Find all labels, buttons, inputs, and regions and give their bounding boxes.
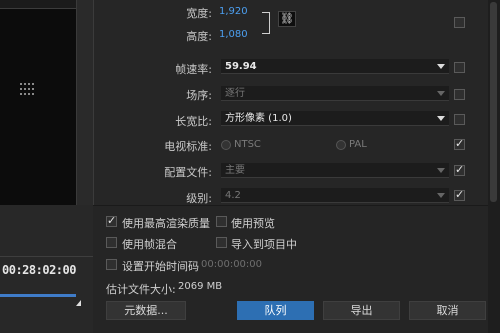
chevron-down-icon [437, 168, 445, 173]
field-order-select[interactable]: 逐行 [221, 86, 449, 101]
ntsc-radio[interactable] [221, 140, 231, 150]
profile-select[interactable]: 主要 [221, 163, 449, 178]
max-render-quality-checkbox[interactable] [106, 214, 117, 227]
profile-value: 主要 [225, 165, 245, 176]
level-select[interactable]: 4.2 [221, 188, 449, 203]
max-render-quality-label: 使用最高渲染质量 [122, 217, 210, 230]
estimated-size-value: 2069 MB [178, 281, 223, 292]
frame-blending-label: 使用帧混合 [122, 238, 177, 251]
dimensions-override-checkbox[interactable] [454, 17, 465, 28]
timeline-progress-bar[interactable] [0, 294, 76, 297]
scrollbar-thumb[interactable] [490, 2, 497, 202]
metadata-button[interactable]: 元数据... [106, 301, 186, 320]
level-override-checkbox[interactable] [454, 188, 465, 201]
set-start-timecode-checkbox[interactable] [106, 259, 117, 270]
field-order-label: 场序: [186, 89, 212, 102]
frame-rate-value: 59.94 [225, 61, 257, 72]
preview-top-bar [0, 0, 76, 9]
tv-standard-label: 电视标准: [164, 140, 212, 153]
field-order-override-checkbox[interactable] [454, 89, 465, 100]
queue-button[interactable]: 队列 [237, 301, 314, 320]
aspect-override-checkbox[interactable] [454, 114, 465, 125]
estimated-size-label: 估计文件大小: [106, 283, 176, 296]
dimension-link-bracket [262, 12, 270, 34]
frame-rate-override-checkbox[interactable] [454, 62, 465, 73]
chevron-down-icon [437, 116, 445, 121]
aspect-select[interactable]: 方形像素 (1.0) [221, 111, 449, 126]
use-previews-label: 使用预览 [231, 217, 275, 230]
level-value: 4.2 [225, 190, 241, 201]
timecode-display[interactable]: 00:28:02:00 [2, 263, 76, 277]
aspect-value: 方形像素 (1.0) [225, 113, 292, 124]
start-timecode-value[interactable]: 00:00:00:00 [201, 259, 262, 270]
chevron-down-icon [437, 64, 445, 69]
export-button[interactable]: 导出 [323, 301, 400, 320]
width-label: 宽度: [186, 7, 212, 20]
import-into-project-checkbox[interactable] [216, 237, 227, 248]
profile-override-checkbox[interactable] [454, 163, 465, 176]
pal-radio[interactable] [336, 140, 346, 150]
playhead-handle[interactable] [76, 300, 81, 306]
chevron-down-icon [437, 91, 445, 96]
set-start-timecode-label: 设置开始时间码 [122, 260, 199, 273]
preview-panel: 00:28:02:00 [0, 0, 93, 333]
pal-label: PAL [349, 139, 367, 150]
timecode-divider [0, 256, 93, 257]
frame-rate-select[interactable]: 59.94 [221, 59, 449, 74]
field-order-value: 逐行 [225, 88, 245, 99]
use-previews-checkbox[interactable] [216, 216, 227, 227]
preview-divider [76, 0, 93, 205]
frame-rate-label: 帧速率: [175, 63, 212, 76]
aspect-label: 长宽比: [175, 115, 212, 128]
grid-icon[interactable] [20, 83, 34, 95]
ntsc-label: NTSC [234, 139, 261, 150]
link-icon[interactable]: ⛓ [278, 11, 296, 27]
height-value[interactable]: 1,080 [219, 29, 248, 40]
level-label: 级别: [186, 192, 212, 205]
height-label: 高度: [186, 30, 212, 43]
width-value[interactable]: 1,920 [219, 6, 248, 17]
frame-blending-checkbox[interactable] [106, 237, 117, 248]
profile-label: 配置文件: [164, 166, 212, 179]
cancel-button[interactable]: 取消 [409, 301, 486, 320]
chevron-down-icon [437, 193, 445, 198]
tv-standard-override-checkbox[interactable] [454, 137, 465, 150]
import-into-project-label: 导入到项目中 [231, 238, 297, 251]
preview-monitor [0, 0, 76, 205]
